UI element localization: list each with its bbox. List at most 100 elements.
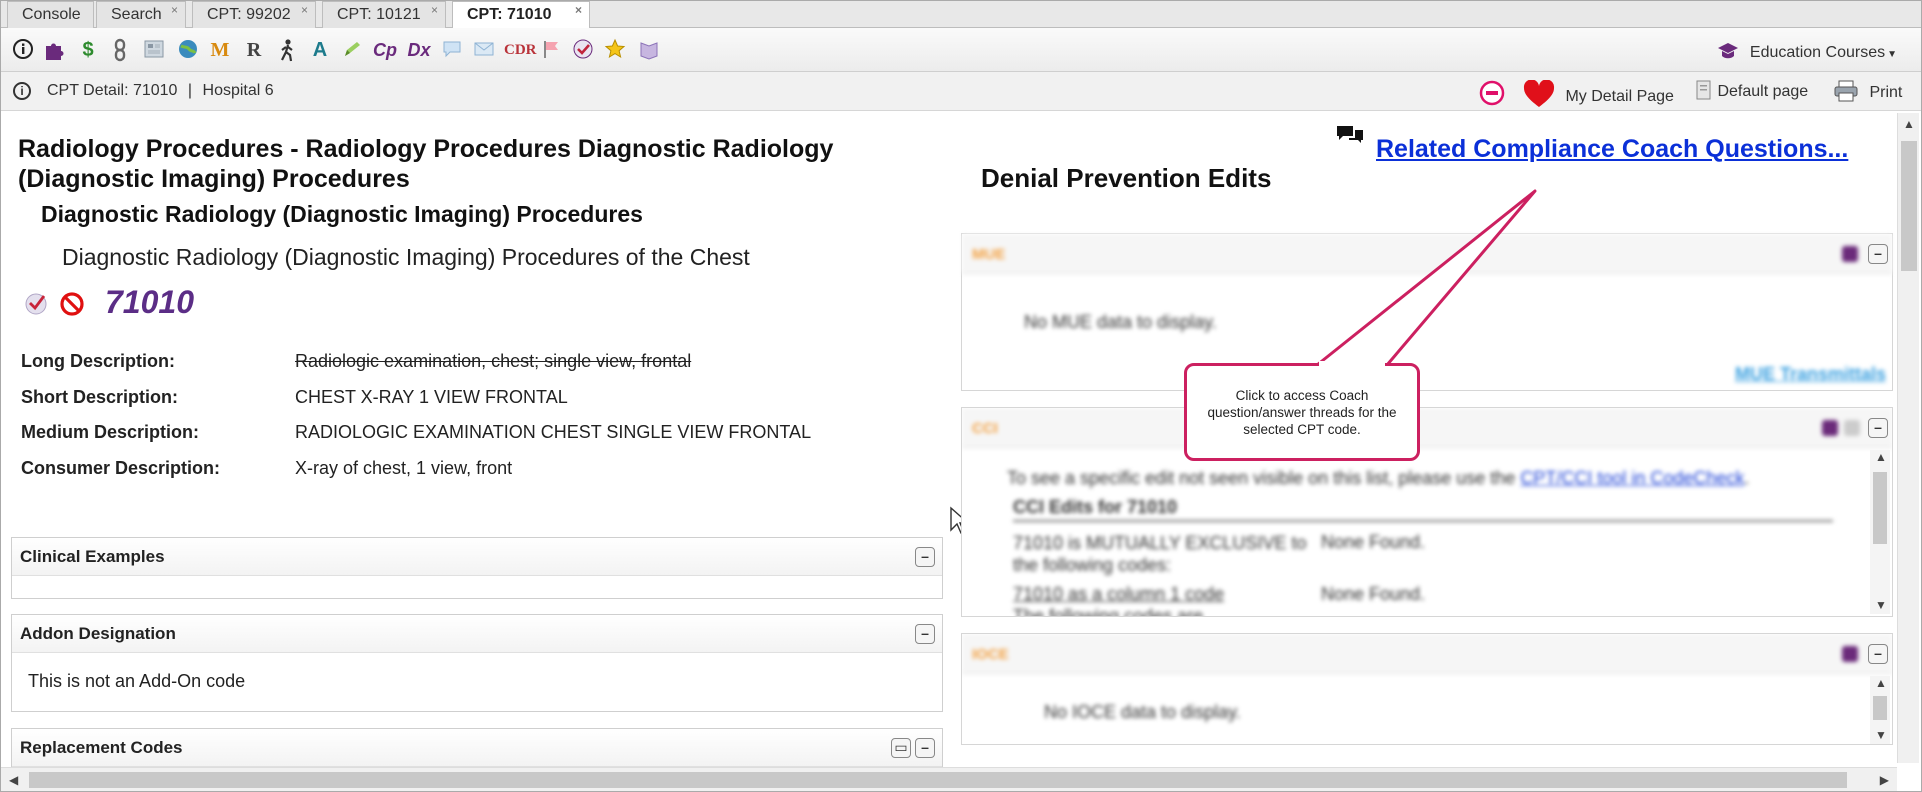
puzzle-icon[interactable]: [42, 38, 66, 62]
tab-cpt-10121[interactable]: CPT: 10121 ×: [322, 1, 446, 28]
education-courses-menu[interactable]: Education Courses ▼: [1717, 41, 1897, 63]
page-horizontal-scrollbar[interactable]: ◀ ▶: [1, 767, 1897, 791]
prohibited-icon[interactable]: [59, 290, 85, 321]
panel-options-icon[interactable]: [1842, 646, 1858, 662]
collapse-button[interactable]: –: [1868, 644, 1888, 664]
panel-header[interactable]: Addon Designation –: [12, 615, 942, 653]
walker-icon[interactable]: [275, 38, 299, 62]
collapse-button[interactable]: –: [1868, 244, 1888, 264]
cp-icon[interactable]: Cp: [373, 38, 397, 62]
default-page-label: Default page: [1717, 83, 1809, 100]
panel-header[interactable]: Replacement Codes ▭ –: [12, 729, 942, 767]
grid-icon[interactable]: [142, 38, 166, 62]
check-icon[interactable]: [571, 38, 595, 62]
panel-header[interactable]: IOCE: [962, 634, 1892, 674]
printer-icon: [1834, 80, 1858, 102]
cci-edits-title: CCI Edits for 71010: [1013, 497, 1833, 522]
panel-title: IOCE: [972, 646, 1009, 663]
info-icon[interactable]: [11, 38, 35, 62]
description-label: Short Description:: [21, 387, 179, 407]
my-detail-page-button[interactable]: My Detail Page: [1523, 79, 1674, 108]
cdr-icon[interactable]: CDR: [504, 38, 537, 62]
panel-title: Replacement Codes: [20, 738, 183, 757]
scroll-thumb[interactable]: [29, 772, 1847, 788]
tab-console[interactable]: Console: [7, 1, 94, 28]
checkmark-icon[interactable]: [23, 290, 49, 321]
collapse-button[interactable]: –: [915, 738, 935, 758]
description-label: Consumer Description:: [21, 458, 221, 478]
description-value: RADIOLOGIC EXAMINATION CHEST SINGLE VIEW…: [295, 422, 812, 442]
panel-title: MUE: [972, 246, 1006, 263]
tab-label: CPT: 99202: [207, 6, 291, 23]
chain-icon[interactable]: [108, 38, 132, 62]
a-icon[interactable]: A: [308, 38, 332, 62]
detail-info-bar: i CPT Detail: 71010 | Hospital 6 My Deta…: [1, 72, 1921, 113]
cci-scrollbar[interactable]: ▲ ▼: [1870, 450, 1890, 614]
info-icon[interactable]: i: [13, 82, 31, 100]
description-value: X-ray of chest, 1 view, front: [295, 458, 513, 478]
scroll-thumb[interactable]: [1901, 141, 1917, 271]
panel-options-icon[interactable]: [1822, 420, 1838, 436]
toolbar: $ M R A Cp Dx CDR Education Courses ▼: [1, 28, 1921, 72]
dx-icon[interactable]: Dx: [407, 38, 431, 62]
scroll-thumb[interactable]: [1873, 472, 1887, 544]
panel-header[interactable]: CCI: [962, 408, 1892, 448]
close-icon[interactable]: ×: [431, 3, 438, 17]
panel-title: CCI: [972, 420, 998, 437]
codecheck-link[interactable]: CPT/CCI tool in CodeCheck: [1520, 468, 1744, 488]
collapse-button[interactable]: –: [915, 624, 935, 644]
graduation-cap-icon: [1717, 41, 1744, 62]
description-value: CHEST X-RAY 1 VIEW FRONTAL: [295, 387, 568, 407]
callout-joint: [1319, 361, 1385, 367]
m-icon[interactable]: M: [208, 38, 232, 62]
default-page-button[interactable]: Default page: [1695, 80, 1808, 103]
cci-row: 71010 as a column 1 code The following c…: [1013, 584, 1857, 617]
panel-settings-icon[interactable]: [1844, 420, 1860, 436]
cci-row-value: None Found.: [1321, 584, 1426, 604]
tab-cpt-71010[interactable]: CPT: 71010 ×: [452, 1, 590, 29]
app-window: Console Search × CPT: 99202 × CPT: 10121 × …: [0, 0, 1922, 792]
collapse-button[interactable]: –: [915, 547, 935, 567]
dollar-icon[interactable]: $: [76, 38, 100, 62]
breadcrumb: CPT Detail: 71010 | Hospital 6: [47, 82, 274, 100]
close-icon[interactable]: ×: [575, 3, 582, 17]
cci-row-label: 71010 as a column 1 code: [1013, 584, 1225, 604]
panel-options-icon[interactable]: [1842, 246, 1858, 262]
collapse-button[interactable]: –: [1868, 418, 1888, 438]
scroll-thumb[interactable]: [1873, 696, 1887, 720]
mue-transmittals-link[interactable]: MUE Transmittals: [1735, 364, 1886, 385]
cpt-detail-label: CPT Detail: 71010: [47, 82, 178, 99]
close-icon[interactable]: ×: [171, 3, 178, 17]
pen-icon[interactable]: [340, 38, 364, 62]
tab-bar: Console Search × CPT: 99202 × CPT: 10121 × …: [1, 1, 1921, 29]
print-button[interactable]: Print: [1833, 80, 1902, 104]
cci-row-sublabel: The following codes are: [1013, 606, 1204, 617]
remove-icon[interactable]: [1479, 80, 1505, 113]
tab-cpt-99202[interactable]: CPT: 99202 ×: [192, 1, 316, 28]
star-icon[interactable]: [603, 38, 627, 62]
globe-icon[interactable]: [176, 38, 200, 62]
close-icon[interactable]: ×: [301, 3, 308, 17]
tab-search[interactable]: Search ×: [96, 1, 186, 28]
cci-intro-text: To see a specific edit not seen visible …: [1007, 468, 1516, 488]
my-detail-page-label: My Detail Page: [1565, 88, 1674, 105]
panel-title: Clinical Examples: [20, 547, 165, 566]
panel-header[interactable]: Clinical Examples –: [12, 538, 942, 576]
expand-button[interactable]: ▭: [891, 738, 911, 758]
flag-icon[interactable]: [539, 38, 563, 62]
cci-panel: CCI – To see a specific edit not seen vi…: [961, 407, 1893, 617]
r-icon[interactable]: R: [242, 38, 266, 62]
page-vertical-scrollbar[interactable]: ▲: [1897, 113, 1919, 763]
panel-title: Addon Designation: [20, 624, 176, 643]
denial-prevention-title: Denial Prevention Edits: [981, 163, 1272, 193]
related-compliance-coach-link[interactable]: Related Compliance Coach Questions...: [1376, 135, 1848, 164]
envelope-icon[interactable]: [472, 38, 496, 62]
cpt-code: 71010: [105, 284, 194, 320]
book-icon[interactable]: [637, 38, 661, 62]
cci-content: To see a specific edit not seen visible …: [1007, 468, 1857, 617]
speech-bubbles-icon: [1335, 123, 1365, 153]
chat-icon[interactable]: [440, 38, 464, 62]
callout-text: Click to access Coach question/answer th…: [1207, 388, 1397, 437]
education-courses-label: Education Courses: [1749, 44, 1886, 61]
ioce-scrollbar[interactable]: ▲ ▼: [1870, 676, 1890, 744]
